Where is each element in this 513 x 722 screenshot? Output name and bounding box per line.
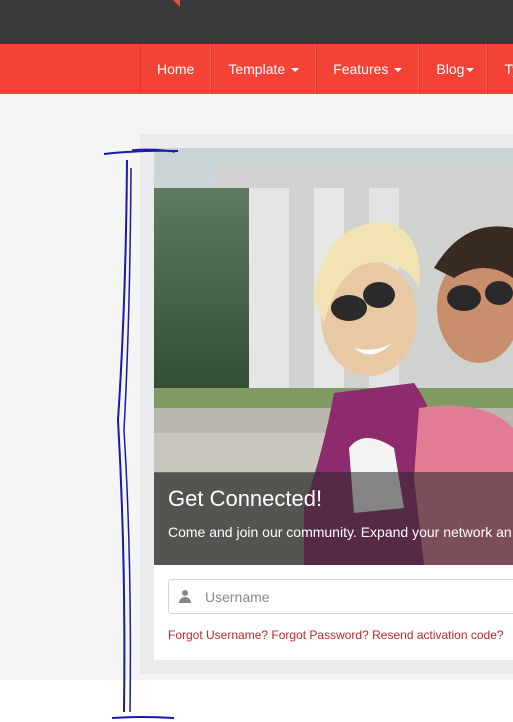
nav-item-blog[interactable]: Blog	[419, 44, 488, 94]
login-help-links: Forgot Username? Forgot Password? Resend…	[168, 628, 504, 642]
nav-item-label: Template	[228, 61, 286, 77]
username-field	[168, 579, 513, 614]
forgot-username-link[interactable]: Forgot Username?	[168, 628, 268, 642]
nav-item-label: Ty	[504, 61, 513, 77]
main-navbar: Home Template Features Blog Ty	[0, 44, 513, 94]
caret-down-icon	[466, 68, 475, 73]
nav-menu: Home Template Features Blog Ty	[140, 44, 513, 94]
resend-activation-link[interactable]: Resend activation code?	[372, 628, 503, 642]
nav-item-home[interactable]: Home	[140, 44, 212, 94]
caret-down-icon	[394, 68, 403, 73]
username-input[interactable]	[205, 580, 505, 613]
top-header-bar	[0, 0, 513, 44]
caret-down-icon	[291, 68, 300, 73]
nav-item-label: Blog	[436, 61, 465, 77]
nav-item-features[interactable]: Features	[316, 44, 420, 94]
login-card: Get Connected! Come and join our communi…	[154, 148, 513, 660]
user-icon	[179, 590, 191, 603]
nav-item-typography[interactable]: Ty	[487, 44, 513, 94]
hero-caption: Get Connected! Come and join our communi…	[154, 472, 513, 565]
nav-item-label: Features	[333, 61, 389, 77]
hero-image: Get Connected! Come and join our communi…	[154, 148, 513, 565]
logo-fragment	[173, 0, 180, 7]
hero-title: Get Connected!	[168, 486, 323, 511]
footer-strip	[0, 680, 513, 722]
hero-subtitle: Come and join our community. Expand your…	[168, 524, 512, 540]
forgot-password-link[interactable]: Forgot Password?	[271, 628, 368, 642]
nav-item-template[interactable]: Template	[211, 44, 317, 94]
nav-item-label: Home	[157, 61, 195, 77]
